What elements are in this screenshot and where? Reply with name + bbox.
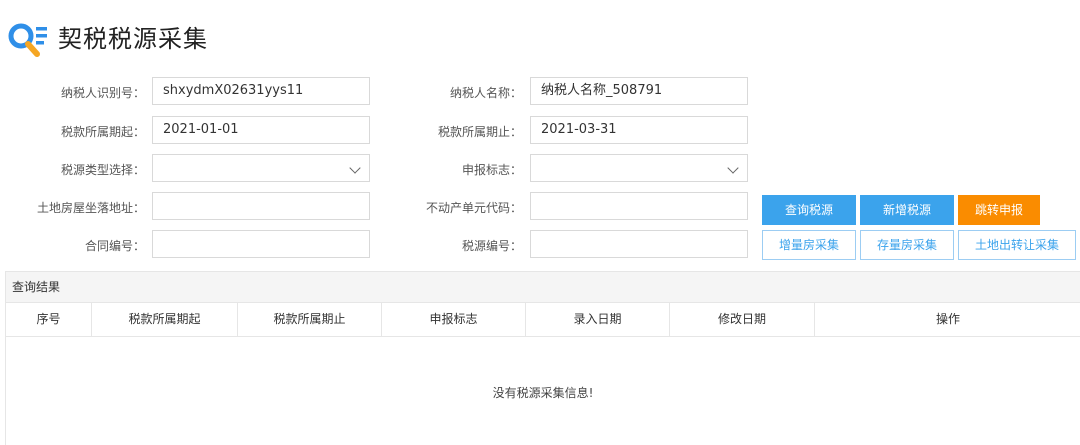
period-end-label: 税款所属期止：	[437, 125, 522, 139]
property-unit-code-field[interactable]	[530, 192, 748, 220]
source-no-label: 税源编号：	[461, 239, 522, 253]
declare-flag-select[interactable]	[530, 154, 748, 182]
address-field[interactable]	[152, 192, 370, 220]
column-header: 税款所属期起	[92, 303, 238, 336]
column-header: 申报标志	[382, 303, 526, 336]
declare-flag-value	[531, 154, 551, 180]
results-panel: 查询结果 序号 税款所属期起 税款所属期止 申报标志 录入日期 修改日期 操作 …	[5, 271, 1080, 445]
declare-flag-label: 申报标志：	[461, 163, 522, 177]
search-list-icon	[8, 23, 47, 57]
results-table-header: 序号 税款所属期起 税款所属期止 申报标志 录入日期 修改日期 操作	[6, 303, 1080, 337]
source-type-label: 税源类型选择：	[60, 163, 145, 177]
source-type-select[interactable]	[152, 154, 370, 182]
empty-message: 没有税源采集信息!	[492, 386, 594, 400]
land-transfer-button[interactable]: 土地出转让采集	[958, 230, 1076, 260]
taxpayer-name-field[interactable]: 纳税人名称_508791	[530, 77, 748, 105]
query-source-button[interactable]: 查询税源	[762, 195, 856, 225]
column-header: 操作	[935, 312, 960, 326]
stock-house-button[interactable]: 存量房采集	[860, 230, 954, 260]
property-unit-code-label: 不动产单元代码：	[425, 201, 522, 215]
page-title: 契税税源采集	[58, 25, 208, 53]
source-no-field[interactable]	[530, 230, 748, 258]
address-label: 土地房屋坐落地址：	[36, 201, 145, 215]
taxpayer-id-label: 纳税人识别号：	[60, 86, 145, 100]
period-start-field[interactable]: 2021-01-01	[152, 116, 370, 144]
column-header: 录入日期	[526, 303, 670, 336]
source-type-value	[153, 154, 173, 180]
add-source-button[interactable]: 新增税源	[860, 195, 954, 225]
page-header: 契税税源采集	[0, 0, 1080, 70]
period-end-field[interactable]: 2021-03-31	[530, 116, 748, 144]
jump-declare-button[interactable]: 跳转申报	[958, 195, 1040, 225]
results-title: 查询结果	[6, 272, 1080, 303]
chevron-down-icon	[349, 162, 361, 174]
column-header: 修改日期	[670, 303, 815, 336]
chevron-down-icon	[727, 162, 739, 174]
contract-no-field[interactable]	[152, 230, 370, 258]
column-header: 税款所属期止	[238, 303, 382, 336]
contract-no-label: 合同编号：	[84, 239, 145, 253]
incremental-house-button[interactable]: 增量房采集	[762, 230, 856, 260]
taxpayer-name-label: 纳税人名称：	[449, 86, 522, 100]
taxpayer-id-field[interactable]: shxydmX02631yys11	[152, 77, 370, 105]
column-header: 序号	[6, 303, 92, 336]
period-start-label: 税款所属期起：	[60, 125, 145, 139]
